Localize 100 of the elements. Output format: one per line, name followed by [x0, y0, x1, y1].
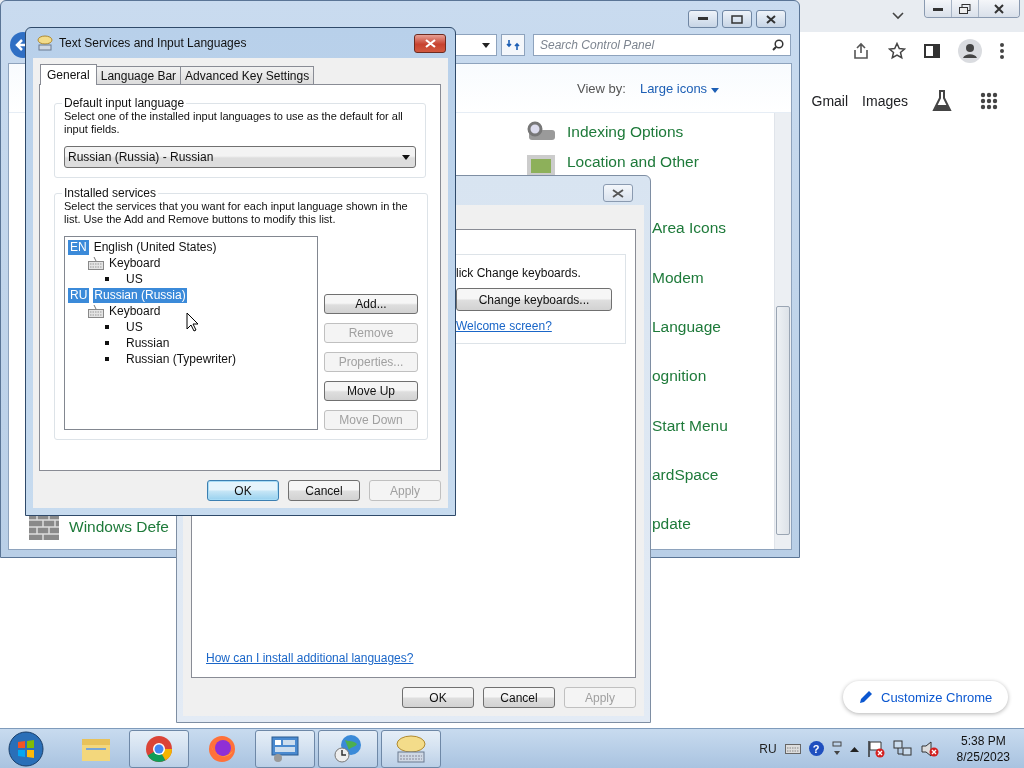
bullet-icon — [105, 325, 109, 329]
close-icon — [766, 14, 776, 24]
minimize-icon — [698, 17, 708, 21]
input-language-indicator[interactable]: RU — [759, 741, 777, 756]
start-button[interactable] — [8, 730, 44, 767]
network-icon[interactable] — [892, 739, 913, 758]
maximize-button[interactable] — [722, 10, 752, 28]
view-by-dropdown[interactable]: Large icons — [639, 80, 719, 96]
keyboard-icon[interactable] — [784, 743, 801, 754]
tab[interactable]: Advanced Key Settings — [180, 66, 315, 84]
welcome-screen-link[interactable]: Welcome screen? — [456, 319, 552, 333]
tree-item[interactable]: English (United States) — [92, 239, 218, 255]
language-badge: RU — [68, 287, 90, 303]
group-title: Default input language — [63, 96, 186, 110]
caret-icon — [482, 42, 490, 48]
dialog-button[interactable]: OK — [402, 687, 474, 708]
service-button[interactable]: Move Up — [324, 381, 418, 401]
close-button[interactable] — [978, 0, 1019, 17]
control-panel-item[interactable]: Area Icons — [652, 219, 727, 238]
control-panel-item[interactable]: Windows Defe — [69, 518, 169, 536]
share-icon[interactable] — [852, 42, 870, 60]
star-icon[interactable] — [888, 42, 906, 60]
dialog-button[interactable]: OK — [207, 480, 279, 501]
tree-item[interactable]: Russian — [125, 335, 171, 351]
help-button[interactable]: ? — [808, 741, 824, 756]
minimize-icon — [933, 6, 943, 11]
dialog-button[interactable]: Cancel — [288, 480, 360, 501]
language-dropdown[interactable]: Russian (Russia) - Russian — [64, 146, 416, 168]
control-panel-icon — [270, 734, 300, 763]
tab[interactable]: General — [40, 64, 97, 85]
window-title: Text Services and Input Languages — [59, 36, 248, 50]
control-panel-item[interactable]: pdate — [652, 515, 691, 534]
service-button[interactable]: Add... — [324, 294, 418, 314]
tree-item[interactable]: Keyboard — [108, 255, 162, 271]
instruction-text: lick Change keyboards. — [456, 266, 581, 280]
bullet-icon — [105, 357, 109, 361]
flask-icon[interactable] — [932, 90, 952, 112]
tree-item[interactable]: US — [125, 271, 144, 287]
tree-item[interactable]: Russian (Russia) — [93, 287, 187, 303]
chrome-logo-icon — [145, 734, 173, 763]
control-panel-item[interactable]: Indexing Options — [567, 122, 684, 141]
restore-button[interactable] — [951, 0, 978, 17]
side-panel-icon[interactable] — [924, 43, 940, 59]
brick-wall-icon — [29, 514, 59, 540]
install-languages-link[interactable]: How can I install additional languages? — [206, 651, 626, 665]
close-button[interactable] — [756, 10, 786, 28]
refresh-arrows-icon — [506, 38, 520, 52]
taskbar-button[interactable] — [129, 729, 189, 768]
header-link[interactable]: Gmail — [811, 93, 849, 109]
pencil-icon — [859, 690, 873, 704]
control-panel-item[interactable]: Start Menu — [652, 416, 728, 435]
dialog-button[interactable]: Cancel — [483, 687, 555, 708]
control-panel-item[interactable]: ognition — [652, 367, 707, 386]
profile-avatar-icon[interactable] — [958, 39, 982, 63]
search-field[interactable]: Search Control Panel — [533, 34, 791, 56]
tree-item[interactable]: Keyboard — [108, 303, 162, 319]
clock-time[interactable]: 5:38 PM — [960, 732, 1006, 749]
tree-item[interactable]: US — [125, 319, 144, 335]
language-badge: EN — [68, 239, 89, 255]
firefox-logo-icon — [208, 734, 236, 763]
caret-icon — [710, 87, 719, 93]
tree-item[interactable]: Russian (Typewriter) — [125, 351, 238, 367]
close-icon — [994, 3, 1004, 14]
action-center-flag-icon[interactable] — [866, 739, 885, 758]
apps-grid-icon[interactable] — [980, 92, 998, 110]
keyboard-bubble-icon — [395, 734, 427, 763]
taskbar-button[interactable] — [318, 729, 378, 768]
control-panel-item[interactable]: ardSpace — [652, 466, 719, 485]
description-text: Select one of the installed input languages to use as the default for all input fields. — [64, 110, 404, 136]
vertical-scrollbar[interactable] — [774, 113, 791, 549]
taskbar-button[interactable] — [255, 729, 315, 768]
keyboard-icon — [88, 256, 104, 270]
clock-date[interactable]: 8/25/2023 — [956, 748, 1010, 765]
view-by-label: View by: — [577, 80, 626, 96]
control-panel-item[interactable]: Location and Other — [567, 152, 699, 171]
minimize-button[interactable] — [925, 0, 951, 17]
close-button[interactable] — [414, 33, 446, 53]
volume-muted-icon[interactable] — [920, 739, 939, 758]
control-panel-item[interactable]: Modem — [652, 268, 704, 287]
change-keyboards-button[interactable]: Change keyboards... — [456, 288, 612, 311]
chevron-down-icon[interactable] — [892, 12, 904, 20]
caret-icon — [402, 154, 410, 160]
search-icon — [772, 39, 784, 51]
keyboard-bubble-icon — [37, 35, 53, 51]
bullet-icon — [105, 277, 109, 281]
control-panel-item[interactable]: Language — [652, 318, 721, 337]
restore-icon — [959, 3, 971, 14]
options-arrows-icon[interactable] — [831, 740, 842, 757]
taskbar-button[interactable] — [381, 729, 441, 768]
close-icon — [612, 188, 624, 198]
globe-clock-icon — [333, 733, 363, 764]
header-link[interactable]: Images — [862, 93, 908, 109]
close-button[interactable] — [603, 184, 633, 202]
minimize-button[interactable] — [688, 10, 718, 28]
show-hidden-icons-arrow[interactable] — [849, 745, 859, 752]
customize-chrome-button[interactable]: Customize Chrome — [843, 681, 1009, 713]
tab[interactable]: Language Bar — [95, 66, 182, 84]
bullet-icon — [105, 341, 109, 345]
menu-dots-icon[interactable] — [1000, 43, 1004, 59]
refresh-button[interactable] — [501, 34, 525, 56]
